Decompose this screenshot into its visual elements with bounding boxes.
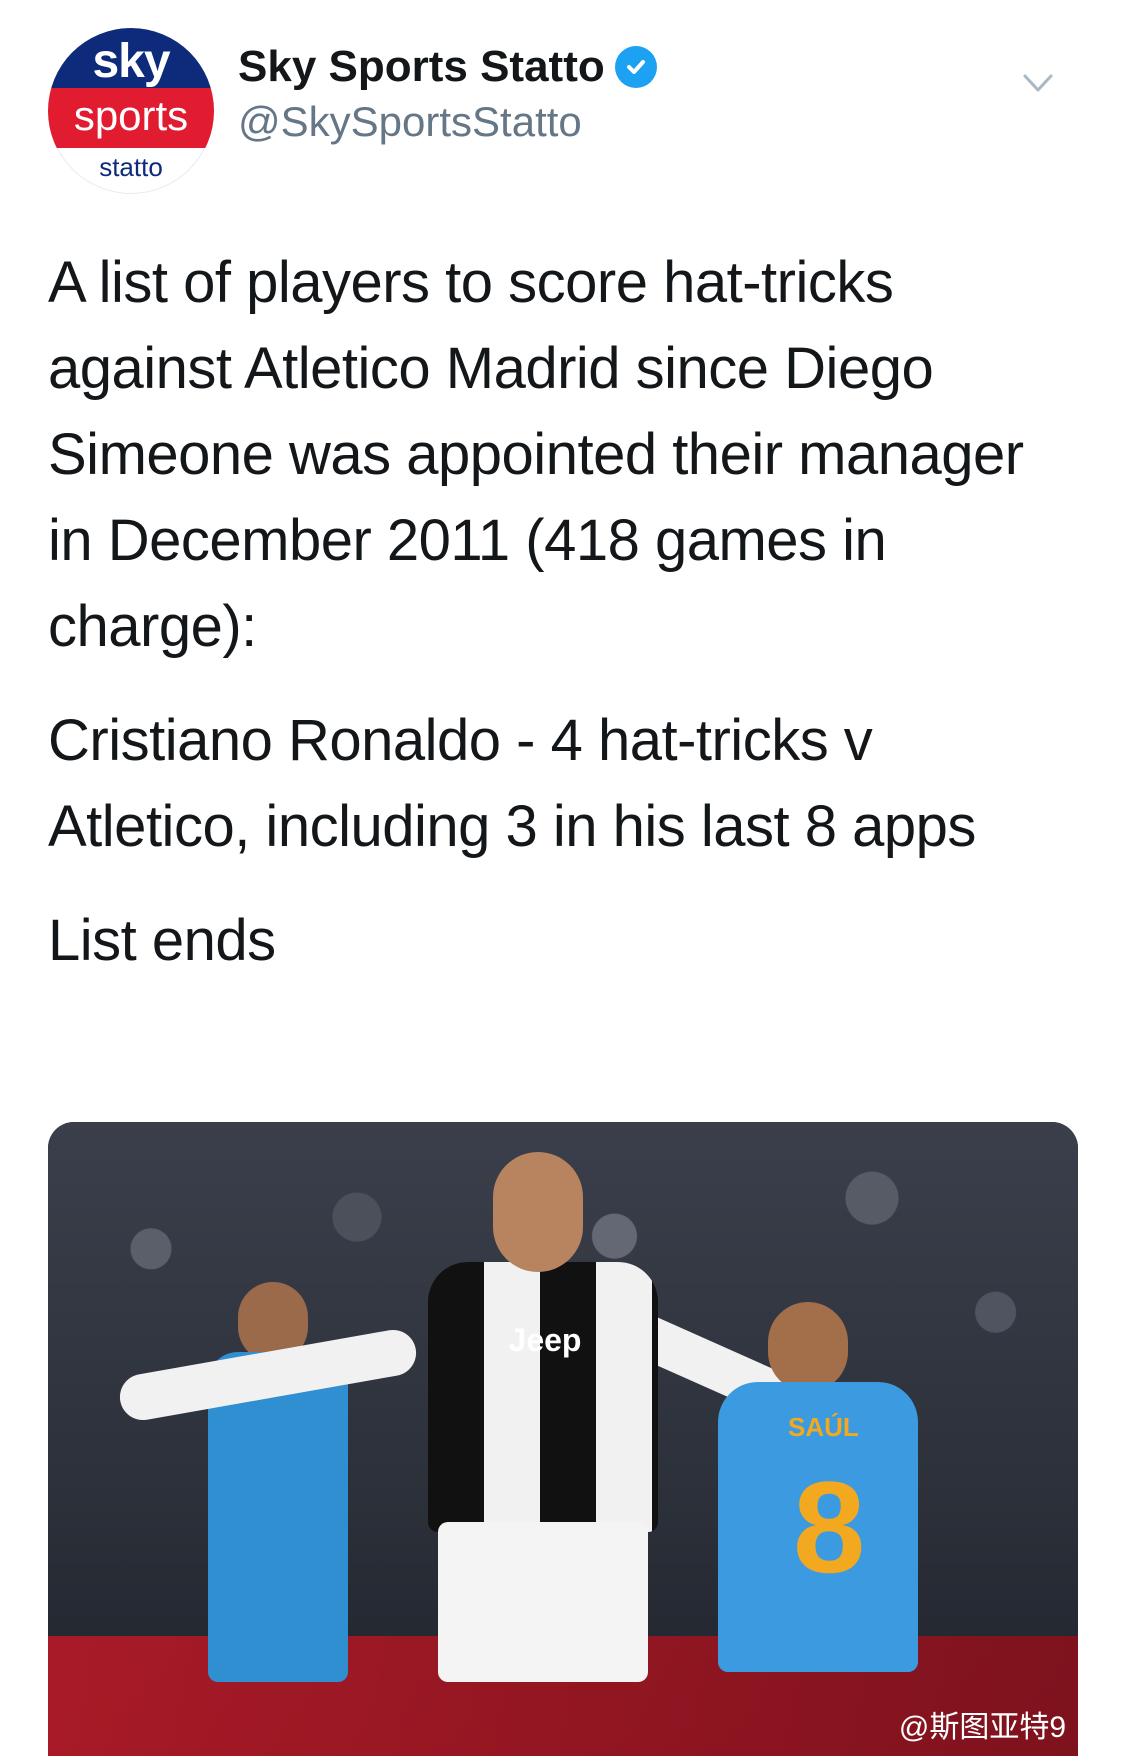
avatar[interactable]: sky sports statto — [48, 28, 214, 194]
verified-badge-icon — [614, 46, 657, 88]
player-right-shirt-name: SAÚL — [788, 1412, 859, 1442]
player-center-shorts — [438, 1522, 648, 1682]
tweet-header: sky sports statto Sky Sports Statto @Sky… — [48, 28, 1077, 194]
account-names: Sky Sports Statto @SkySportsStatto — [238, 42, 657, 146]
player-center: Jeep — [116, 1152, 809, 1756]
chevron-down-icon[interactable] — [1019, 64, 1057, 102]
handle[interactable]: @SkySportsStatto — [238, 98, 657, 146]
tweet-paragraph-2: Cristiano Ronaldo - 4 hat-tricks v Atlet… — [48, 708, 976, 859]
display-name[interactable]: Sky Sports Statto — [238, 42, 605, 92]
player-right: SAÚL 8 — [698, 1302, 928, 1756]
tweet-text: A list of players to score hat-tricks ag… — [48, 240, 1078, 1012]
player-right-shirt-number: 8 — [793, 1454, 866, 1600]
player-right-head — [768, 1302, 848, 1392]
player-center-head — [493, 1152, 583, 1272]
avatar-sports-text: sports — [73, 92, 189, 139]
avatar-sky-text: sky — [92, 35, 170, 88]
avatar-statto-text: statto — [99, 152, 163, 182]
watermark: @斯图亚特9 — [898, 1711, 1066, 1744]
player-center-shirt — [428, 1262, 658, 1532]
tweet-paragraph-1: A list of players to score hat-tricks ag… — [48, 250, 1024, 659]
shirt-sponsor: Jeep — [508, 1322, 582, 1358]
tweet-media-image[interactable]: Jeep SAÚL 8 @斯图亚特9 — [48, 1122, 1078, 1756]
tweet-paragraph-3: List ends — [48, 908, 276, 973]
display-name-row[interactable]: Sky Sports Statto — [238, 42, 657, 92]
